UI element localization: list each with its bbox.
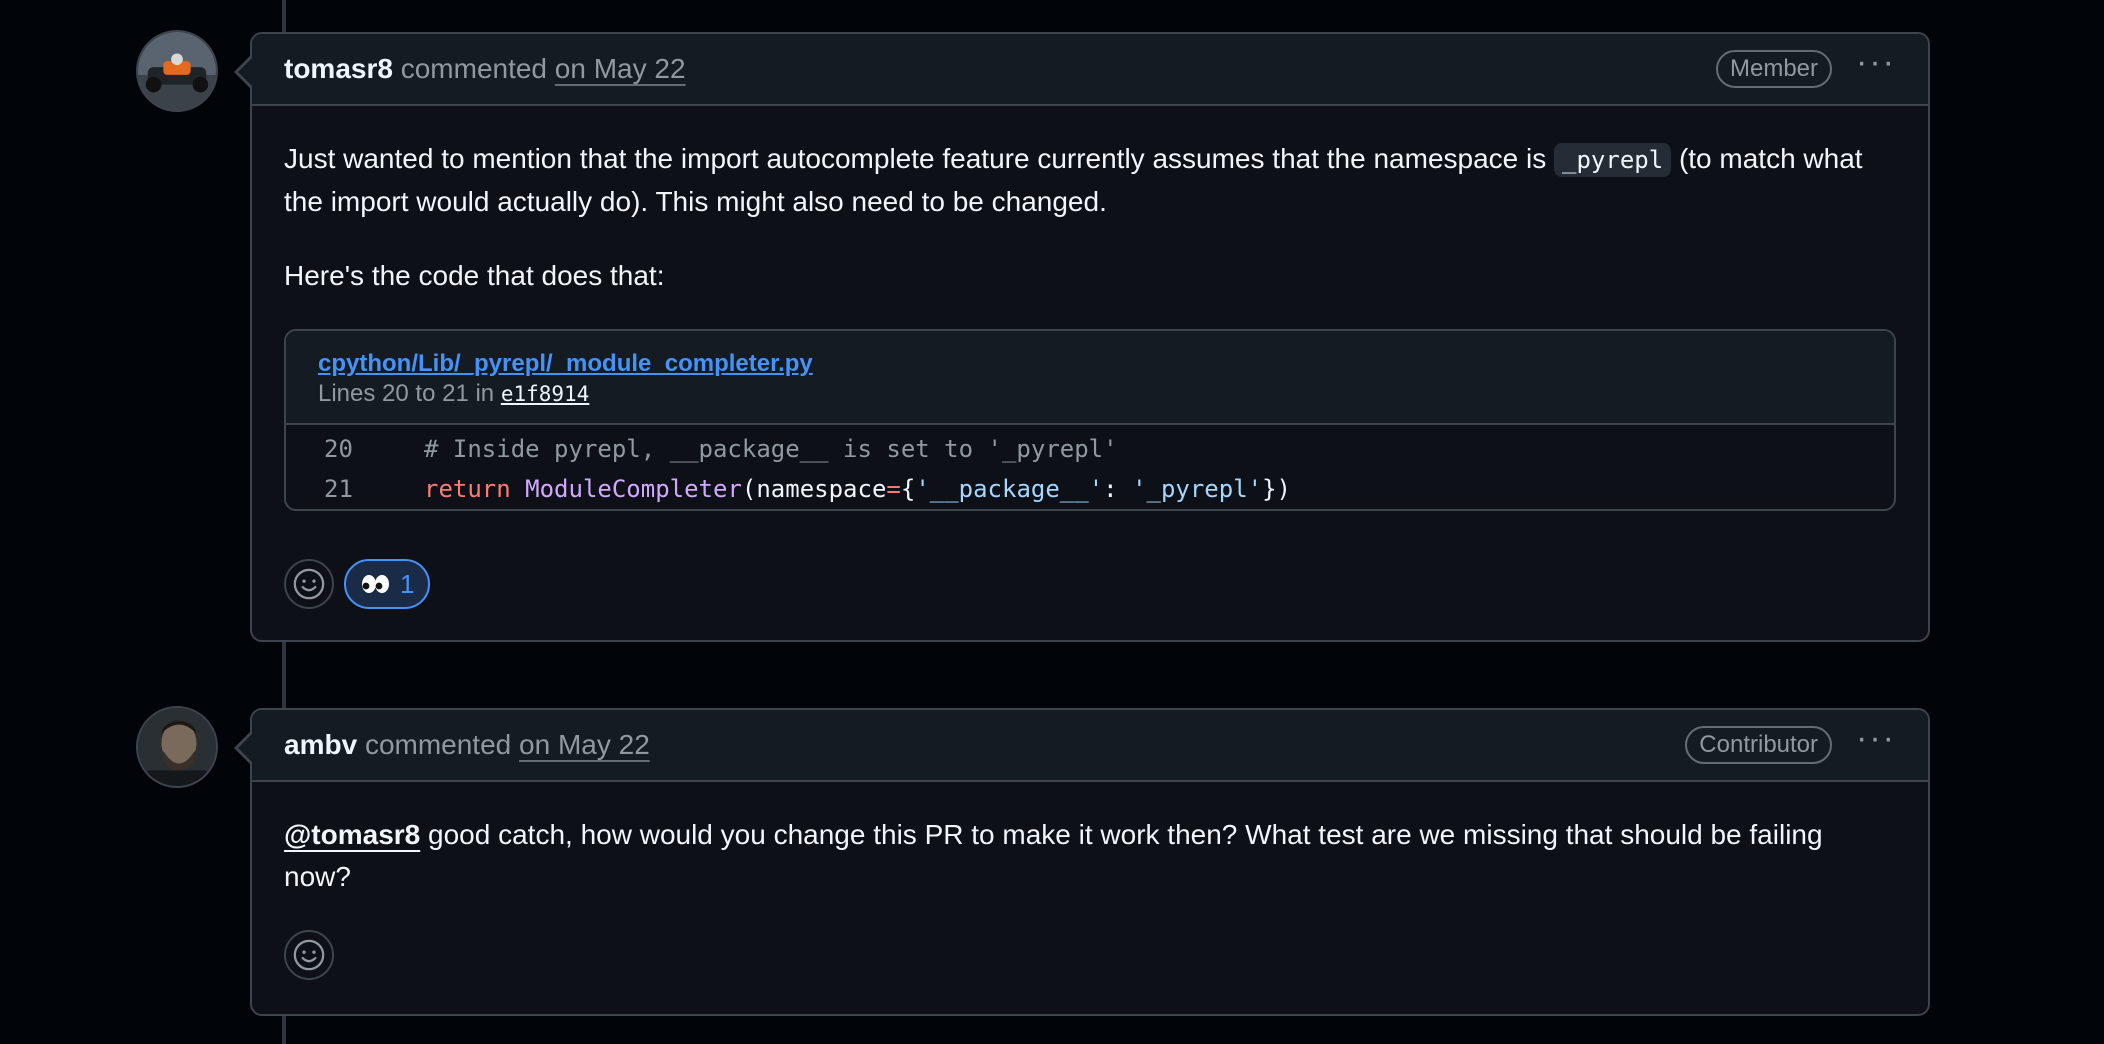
kebab-horizontal-icon[interactable]: ··· <box>1856 45 1896 86</box>
paragraph-text: Just wanted to mention that the import a… <box>284 143 1555 174</box>
avatar-ambv[interactable] <box>136 706 218 788</box>
comment-author[interactable]: tomasr8 <box>284 53 393 85</box>
comment-body: @tomasr8 good catch, how would you chang… <box>252 782 1928 1012</box>
line-number[interactable]: 20 <box>286 429 396 469</box>
comment-paragraph-2: Here's the code that does that: <box>284 260 665 291</box>
eyes-icon <box>362 575 389 593</box>
role-badge: Member <box>1716 50 1833 88</box>
kebab-horizontal-icon[interactable]: ··· <box>1856 721 1896 762</box>
comment-paragraph: Just wanted to mention that the import a… <box>284 138 1896 223</box>
reactions-bar: 1 <box>284 559 1896 609</box>
snippet-code: 20 # Inside pyrepl, __package__ is set t… <box>286 425 1894 509</box>
code-text: # Inside pyrepl, __package__ is set to '… <box>424 435 1118 463</box>
comment-header: ambv commented on May 22 Contributor ··· <box>252 710 1928 782</box>
reaction-eyes-button[interactable]: 1 <box>344 559 431 609</box>
commit-link[interactable]: e1f8914 <box>501 382 590 406</box>
reaction-count: 1 <box>400 569 415 599</box>
comment-action: commented <box>400 53 548 84</box>
role-badge: Contributor <box>1685 726 1833 764</box>
code-line: 20 # Inside pyrepl, __package__ is set t… <box>286 429 1894 469</box>
code-text: return ModuleCompleter(namespace={'__pac… <box>424 475 1292 503</box>
reactions-bar <box>284 930 1896 980</box>
inline-code: _pyrepl <box>1554 143 1672 177</box>
comment-header: tomasr8 commented on May 22 Member ··· <box>252 34 1928 106</box>
comment-paragraph: @tomasr8 good catch, how would you chang… <box>284 814 1896 898</box>
avatar-image <box>138 708 216 786</box>
smiley-icon <box>293 568 325 600</box>
comment-date-link[interactable]: on May 22 <box>519 729 650 761</box>
comment-caret-inner <box>238 734 252 762</box>
snippet-meta: Lines 20 to 21 in e1f8914 <box>318 380 590 407</box>
comment-action: commented <box>364 729 512 760</box>
comment-card-1: tomasr8 commented on May 22 Member ··· J… <box>234 32 1930 642</box>
smiley-icon <box>293 939 325 971</box>
comment-author[interactable]: ambv <box>284 729 357 761</box>
comment-caret-inner <box>238 58 252 86</box>
add-reaction-button[interactable] <box>284 559 334 609</box>
code-snippet: cpython/Lib/_pyrepl/_module_completer.py… <box>284 329 1896 511</box>
paragraph-text: good catch, how would you change this PR… <box>284 819 1823 892</box>
add-reaction-button[interactable] <box>284 930 334 980</box>
snippet-header: cpython/Lib/_pyrepl/_module_completer.py… <box>286 331 1894 425</box>
comment-body: Just wanted to mention that the import a… <box>252 106 1928 641</box>
avatar-image <box>138 32 216 110</box>
line-number[interactable]: 21 <box>286 469 396 509</box>
comment-card-2: ambv commented on May 22 Contributor ···… <box>234 708 1930 1016</box>
comment-date-link[interactable]: on May 22 <box>555 53 686 85</box>
avatar-tomasr8[interactable] <box>136 30 218 112</box>
snippet-file-link[interactable]: cpython/Lib/_pyrepl/_module_completer.py <box>318 350 813 377</box>
code-line: 21 return ModuleCompleter(namespace={'__… <box>286 469 1894 509</box>
user-mention-link[interactable]: @tomasr8 <box>284 819 420 850</box>
